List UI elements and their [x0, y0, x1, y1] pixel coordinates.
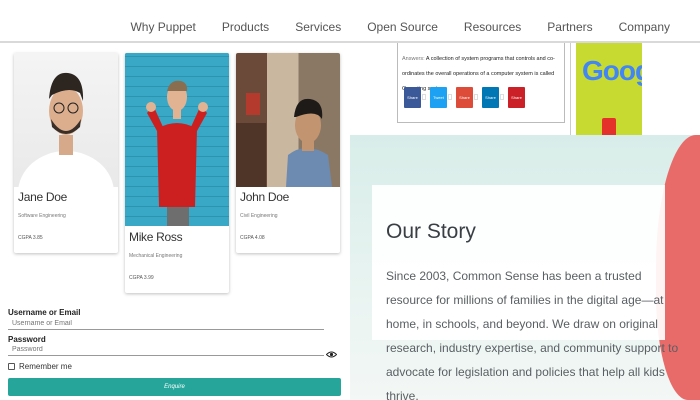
- card-gpa: CGPA 3.99: [129, 275, 154, 281]
- remember-label: Remember me: [19, 362, 72, 371]
- username-label: Username or Email: [8, 308, 81, 317]
- story-title: Our Story: [386, 220, 476, 243]
- answer-box: Answers: A collection of system programs…: [397, 43, 565, 123]
- password-label: Password: [8, 335, 46, 344]
- share-label: Share: [407, 95, 418, 100]
- share-count: [500, 94, 504, 100]
- nav-item-resources[interactable]: Resources: [464, 20, 521, 34]
- card-role: Civil Engineering: [240, 213, 278, 219]
- googleplus-share-button[interactable]: Share: [456, 87, 478, 108]
- linkedin-share-button[interactable]: Share: [482, 87, 504, 108]
- card-gpa: CGPA 4.08: [240, 235, 265, 241]
- google-logo-text: Google: [582, 55, 642, 86]
- eye-icon[interactable]: [325, 345, 338, 358]
- share-label: Share: [511, 95, 522, 100]
- twitter-share-button[interactable]: Tweet: [430, 87, 452, 108]
- card-role: Software Engineering: [18, 213, 66, 219]
- share-label: Share: [459, 95, 470, 100]
- facebook-share-button[interactable]: Share: [404, 87, 426, 108]
- profile-photo: [236, 53, 340, 187]
- card-gpa: CGPA 3.85: [18, 235, 43, 241]
- divider: [570, 43, 571, 135]
- google-image: Google: [576, 43, 642, 135]
- top-nav: Why Puppet Products Services Open Source…: [0, 0, 700, 43]
- share-label: Tweet: [433, 95, 444, 100]
- nav-item-products[interactable]: Products: [222, 20, 269, 34]
- profile-photo: [125, 53, 229, 226]
- card-name: Jane Doe: [18, 190, 67, 204]
- nav-item-company[interactable]: Company: [619, 20, 670, 34]
- google-image-shape: [602, 118, 616, 135]
- page-root: Jane Doe Software Engineering CGPA 3.85 …: [0, 0, 700, 400]
- share-row: Share Tweet Share Share Share: [404, 87, 534, 108]
- profile-card-jane[interactable]: Jane Doe Software Engineering CGPA 3.85: [14, 53, 118, 253]
- share-count: [474, 94, 478, 100]
- remember-checkbox[interactable]: [8, 363, 15, 370]
- nav-links: Why Puppet Products Services Open Source…: [104, 20, 670, 34]
- share-count: [422, 94, 426, 100]
- answer-prefix: Answers:: [402, 56, 425, 62]
- card-role: Mechanical Engineering: [129, 253, 183, 259]
- share-label: Share: [485, 95, 496, 100]
- enquire-button[interactable]: Enquire: [8, 378, 341, 396]
- story-body: Since 2003, Common Sense has been a trus…: [386, 269, 679, 400]
- nav-item-open-source[interactable]: Open Source: [367, 20, 438, 34]
- card-name: John Doe: [240, 190, 289, 204]
- card-name: Mike Ross: [129, 230, 183, 244]
- nav-item-services[interactable]: Services: [295, 20, 341, 34]
- password-input[interactable]: [8, 344, 324, 356]
- pinterest-share-button[interactable]: Share: [508, 87, 525, 108]
- username-input[interactable]: [8, 318, 324, 330]
- nav-item-why-puppet[interactable]: Why Puppet: [130, 20, 195, 34]
- nav-item-partners[interactable]: Partners: [547, 20, 592, 34]
- profile-photo: [14, 53, 118, 187]
- profile-card-mike[interactable]: Mike Ross Mechanical Engineering CGPA 3.…: [125, 53, 229, 293]
- profile-card-john[interactable]: John Doe Civil Engineering CGPA 4.08: [236, 53, 340, 253]
- share-count: [448, 94, 452, 100]
